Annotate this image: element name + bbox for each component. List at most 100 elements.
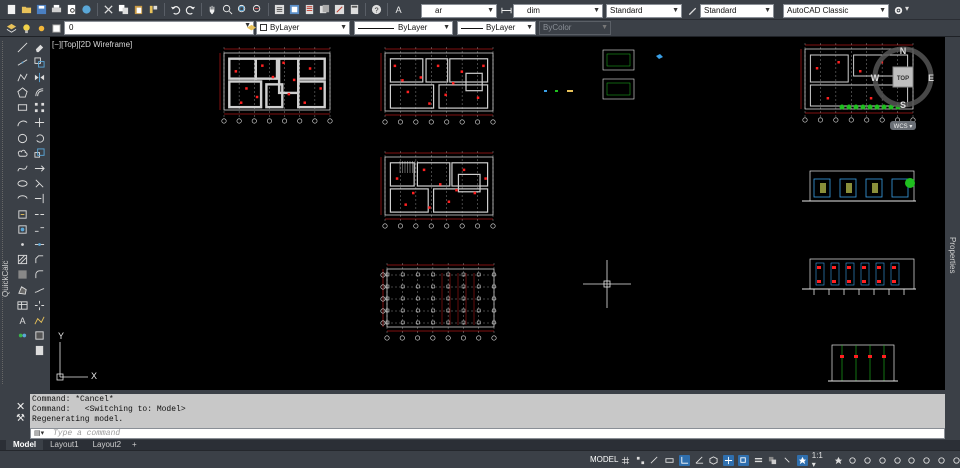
gradient-icon[interactable] <box>16 269 28 281</box>
help-icon[interactable]: ? <box>370 3 383 16</box>
array-icon[interactable] <box>33 102 45 114</box>
region-icon[interactable] <box>16 284 28 296</box>
textstyle-dropdown[interactable]: Standard ▼ <box>606 4 682 18</box>
command-prompt-icon[interactable]: ▤▾ <box>34 430 44 439</box>
viewport-controls-label[interactable]: [−][Top][2D Wireframe] <box>52 40 132 49</box>
infer-constraints-icon[interactable] <box>650 455 661 466</box>
copy-icon[interactable] <box>117 3 130 16</box>
undo-icon[interactable] <box>169 3 182 16</box>
lineweight-dropdown[interactable]: ByLayer ▼ <box>457 21 536 35</box>
make-block-icon[interactable] <box>16 223 28 235</box>
stretch-icon[interactable] <box>33 163 45 175</box>
erase-icon[interactable] <box>33 41 45 53</box>
dynamic-input-icon[interactable] <box>664 455 675 466</box>
table-icon[interactable] <box>16 299 28 311</box>
copy-object-icon[interactable] <box>33 56 45 68</box>
revision-cloud-icon[interactable] <box>16 147 28 159</box>
properties-small-icon[interactable] <box>33 345 45 357</box>
workspace-settings-gear-icon[interactable] <box>892 4 905 17</box>
quick-properties-icon[interactable] <box>892 455 903 466</box>
tablestyle-dropdown[interactable]: Standard ▼ <box>700 4 774 18</box>
tool-palettes-icon[interactable] <box>303 3 316 16</box>
edit-polyline-icon[interactable] <box>33 314 45 326</box>
isodraft-icon[interactable] <box>709 455 720 466</box>
chamfer-icon[interactable] <box>33 254 45 266</box>
color-dropdown[interactable]: ByLayer ▼ <box>256 21 350 35</box>
save-icon[interactable] <box>35 3 48 16</box>
spline-icon[interactable] <box>16 163 28 175</box>
arc-icon[interactable] <box>16 117 28 129</box>
linetype-dropdown[interactable]: ByLayer ▼ <box>354 21 453 35</box>
lineweight-display-icon[interactable] <box>753 455 764 466</box>
new-file-icon[interactable] <box>5 3 18 16</box>
command-input[interactable]: ▤▾ Type a command <box>30 428 945 439</box>
rectangle-icon[interactable] <box>16 102 28 114</box>
break-icon[interactable] <box>33 223 45 235</box>
paste-icon[interactable] <box>132 3 145 16</box>
drawing-canvas[interactable]: Y X TOP N S E W WCS ▾ [−][Top][2D Wireframe] <box>50 37 945 390</box>
quickcalc-icon[interactable] <box>348 3 361 16</box>
auto-scale-icon[interactable] <box>833 455 844 466</box>
design-center-icon[interactable] <box>288 3 301 16</box>
rotate-icon[interactable] <box>33 132 45 144</box>
dim-style-icon[interactable] <box>500 4 513 17</box>
object-snap-tracking-icon[interactable] <box>723 454 734 466</box>
ortho-mode-icon[interactable] <box>679 454 690 466</box>
selection-cycling-icon[interactable] <box>782 455 793 466</box>
trim-icon[interactable] <box>33 178 45 190</box>
close-icon[interactable]: ✕ <box>16 400 25 413</box>
tab-layout2[interactable]: Layout2 <box>86 440 128 450</box>
construction-line-icon[interactable] <box>16 56 28 68</box>
pan-icon[interactable] <box>206 3 219 16</box>
isolate-objects-icon[interactable] <box>921 455 932 466</box>
redo-icon[interactable] <box>184 3 197 16</box>
snap-mode-icon[interactable] <box>635 455 646 466</box>
annotation-visibility-icon[interactable] <box>797 454 808 466</box>
properties-icon[interactable] <box>273 3 286 16</box>
layer-on-bulb-icon[interactable] <box>20 22 33 35</box>
sheet-set-icon[interactable] <box>318 3 331 16</box>
scale-icon[interactable] <box>33 147 45 159</box>
annotation-scale[interactable]: 1:1 ▾ <box>812 451 829 468</box>
add-layout-icon[interactable]: + <box>128 440 141 450</box>
model-space-button[interactable]: MODEL <box>590 455 618 464</box>
palette-grip[interactable] <box>2 41 11 384</box>
polyline-icon[interactable] <box>16 71 28 83</box>
units-icon[interactable] <box>877 455 888 466</box>
lock-ui-icon[interactable] <box>906 455 917 466</box>
match-properties-icon[interactable] <box>147 3 160 16</box>
cut-icon[interactable] <box>102 3 115 16</box>
fillet-icon[interactable] <box>33 269 45 281</box>
hardware-acceleration-icon[interactable] <box>936 455 947 466</box>
tab-layout1[interactable]: Layout1 <box>43 440 85 450</box>
grid-display-icon[interactable] <box>620 455 631 466</box>
layer-properties-manager-icon[interactable] <box>5 22 18 35</box>
markup-icon[interactable] <box>333 3 346 16</box>
add-selected-icon[interactable] <box>16 330 28 342</box>
current-layer-dropdown[interactable]: 0 ▼ <box>64 21 254 35</box>
polygon-icon[interactable] <box>16 87 28 99</box>
mirror-icon[interactable] <box>33 71 45 83</box>
extend-icon[interactable] <box>33 193 45 205</box>
layer-isolate-icon[interactable] <box>33 330 45 342</box>
line-icon[interactable] <box>16 41 28 53</box>
multiline-text-icon[interactable]: A <box>16 314 28 326</box>
hatch-icon[interactable] <box>16 254 28 266</box>
workspace-switch-gear-icon[interactable] <box>847 455 858 466</box>
ellipse-arc-icon[interactable] <box>16 193 28 205</box>
offset-icon[interactable] <box>33 87 45 99</box>
print-preview-icon[interactable] <box>65 3 78 16</box>
text-style-icon[interactable]: A <box>392 3 405 16</box>
break-at-point-icon[interactable] <box>33 208 45 220</box>
annotation-monitor-icon[interactable] <box>862 455 873 466</box>
zoom-previous-icon[interactable] <box>251 3 264 16</box>
explode-icon[interactable] <box>33 299 45 311</box>
properties-palette-tab[interactable]: Properties <box>945 37 960 390</box>
transparency-icon[interactable] <box>768 455 779 466</box>
dimstyle-dropdown[interactable]: dim ▼ <box>513 4 603 18</box>
join-icon[interactable] <box>33 238 45 250</box>
quickcalc-tab[interactable]: QuickCalc <box>1 247 11 297</box>
workspace-dropdown[interactable]: AutoCAD Classic ▼ <box>783 4 889 18</box>
publish-icon[interactable] <box>80 3 93 16</box>
polar-tracking-icon[interactable] <box>694 455 705 466</box>
